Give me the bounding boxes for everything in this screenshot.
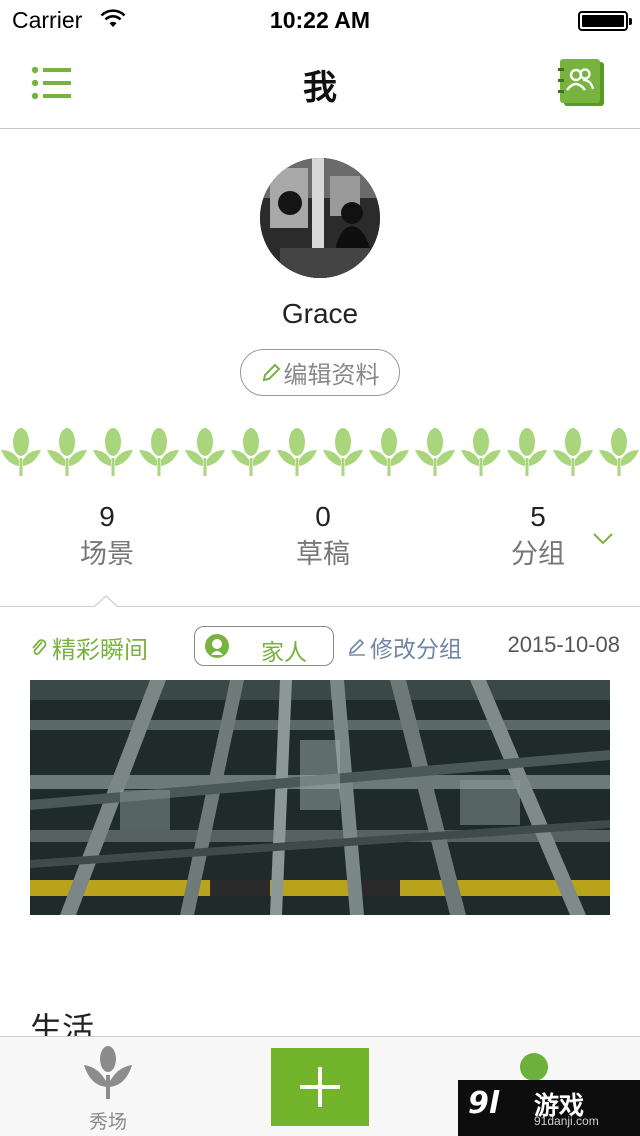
selection-pointer xyxy=(94,595,118,608)
user-name: Grace xyxy=(281,298,359,329)
watermark: 9l 游戏 91danji.com xyxy=(458,1080,640,1136)
stat-label: 草稿 xyxy=(296,539,350,570)
moment-date: 2015-10-08 xyxy=(507,632,620,657)
stat-label: 场景 xyxy=(80,539,134,570)
contacts-book-icon[interactable] xyxy=(558,58,606,108)
highlight-link[interactable]: 精彩瞬间 xyxy=(30,630,148,665)
stat-scenes[interactable]: 9 场景 xyxy=(27,498,187,574)
nav-bar: 我 xyxy=(0,40,640,129)
status-time: 10:22 AM xyxy=(269,7,371,33)
watermark-logo: 9l xyxy=(468,1086,500,1121)
building-photo xyxy=(30,680,610,915)
edit-profile-label: 编辑资料 xyxy=(283,361,380,389)
tab-show-label: 秀场 xyxy=(88,1111,127,1133)
highlight-label: 精彩瞬间 xyxy=(52,636,148,664)
tree-icon xyxy=(84,1046,132,1099)
group-tag-label: 家人 xyxy=(261,640,307,666)
stat-value: 5 xyxy=(530,501,546,532)
avatar-photo xyxy=(260,158,380,278)
watermark-site: 91danji.com xyxy=(534,1114,599,1128)
group-tag[interactable]: 家人 xyxy=(194,626,334,666)
add-button[interactable] xyxy=(271,1048,369,1126)
edit-profile-button[interactable]: 编辑资料 xyxy=(240,349,400,396)
chevron-down-icon[interactable] xyxy=(592,532,614,546)
page-title: 我 xyxy=(303,68,337,108)
stats-bar: 9 场景 0 草稿 5 分组 xyxy=(0,498,640,606)
status-bar: Carrier 10:22 AM xyxy=(0,0,640,40)
modify-group-link[interactable]: 修改分组 xyxy=(348,630,462,664)
tab-show[interactable]: 秀场 xyxy=(64,1045,152,1135)
avatar[interactable] xyxy=(260,158,380,278)
tree-border-decoration xyxy=(1,428,639,476)
person-icon xyxy=(205,634,229,658)
stat-value: 0 xyxy=(315,501,331,532)
edit-icon xyxy=(348,638,365,656)
paperclip-icon xyxy=(32,638,47,655)
stat-value: 9 xyxy=(99,501,115,532)
stat-drafts[interactable]: 0 草稿 xyxy=(243,498,403,574)
pencil-icon xyxy=(262,363,280,381)
moment-header: 精彩瞬间 家人 修改分组 2015-10-08 xyxy=(0,624,640,668)
modify-group-label: 修改分组 xyxy=(370,637,462,663)
battery-icon xyxy=(578,11,632,31)
moment-image[interactable] xyxy=(30,680,610,915)
